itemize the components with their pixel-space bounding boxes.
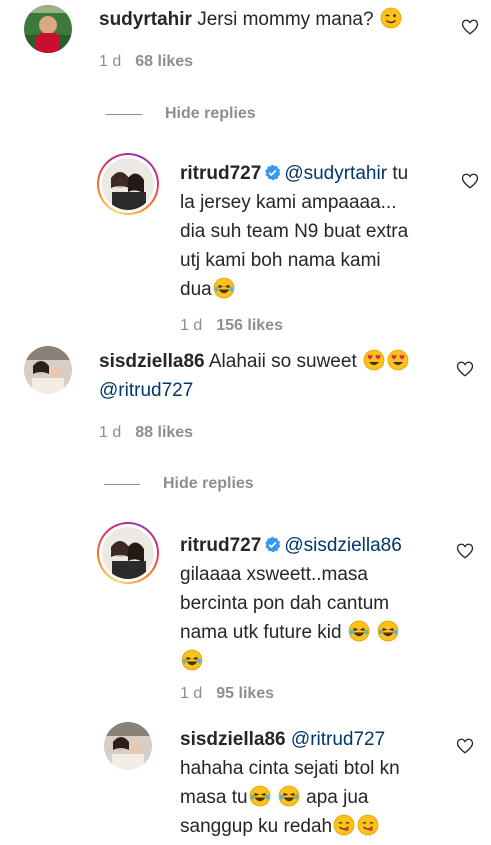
mention-link[interactable]: @sisdziella86 <box>284 535 402 556</box>
likes-count[interactable]: 88 likes <box>135 424 193 441</box>
comment-meta: 1 d 156 likes <box>180 317 283 335</box>
laughing-tears-emoji-icon <box>377 620 399 642</box>
comment-text: nama utk future kid <box>180 622 342 643</box>
avatar <box>102 158 154 210</box>
laughing-tears-emoji-icon <box>348 620 370 642</box>
heart-eyes-emoji-icon <box>363 349 385 371</box>
comment-text: gilaaaa xsweett..masa <box>180 564 368 585</box>
username-link[interactable]: ritrud727 <box>180 163 261 184</box>
avatar[interactable] <box>104 722 152 770</box>
yum-emoji-icon <box>333 814 355 836</box>
mention-link[interactable]: @sudyrtahir <box>284 163 387 184</box>
replies-divider <box>104 484 140 485</box>
comment-text: utj kami boh nama kami <box>180 250 381 271</box>
laughing-tears-emoji-icon <box>213 277 235 299</box>
verified-badge-icon <box>264 161 281 181</box>
avatar[interactable] <box>24 5 72 53</box>
avatar <box>102 527 154 579</box>
like-heart-icon[interactable] <box>456 542 474 560</box>
like-heart-icon[interactable] <box>456 360 474 378</box>
username-link[interactable]: ritrud727 <box>180 535 261 556</box>
username-link[interactable]: sisdziella86 <box>99 351 205 372</box>
comment-meta: 1 d 95 likes <box>180 685 274 703</box>
replies-divider <box>106 114 142 115</box>
story-ring[interactable] <box>97 153 159 215</box>
like-heart-icon[interactable] <box>461 172 479 190</box>
comment-time[interactable]: 1 d <box>180 685 202 702</box>
story-ring[interactable] <box>97 522 159 584</box>
comment-text: tu <box>392 163 409 184</box>
like-heart-icon[interactable] <box>456 737 474 755</box>
likes-count[interactable]: 95 likes <box>216 685 274 702</box>
comment-text: Alahaii so suweet <box>208 351 357 372</box>
comment-text: masa tu <box>180 787 248 808</box>
comment-time[interactable]: 1 d <box>99 424 121 441</box>
hide-replies-button[interactable]: Hide replies <box>163 475 254 493</box>
laughing-tears-emoji-icon <box>278 785 300 807</box>
comment-body: sisdziella86 Alahaii so suweet @ritrud72… <box>99 347 449 405</box>
username-link[interactable]: sudyrtahir <box>99 9 192 30</box>
likes-count[interactable]: 156 likes <box>216 317 283 334</box>
mention-link[interactable]: @ritrud727 <box>291 729 385 750</box>
avatar[interactable] <box>24 346 72 394</box>
reply-body: ritrud727 @sudyrtahir tu la jersey kami a… <box>180 159 450 304</box>
comment-time[interactable]: 1 d <box>180 317 202 334</box>
comment-time[interactable]: 1 d <box>99 53 121 70</box>
username-link[interactable]: sisdziella86 <box>180 729 286 750</box>
comment-text: dia suh team N9 buat extra <box>180 221 409 242</box>
comment-text: bercinta pon dah cantum <box>180 593 390 614</box>
comment-meta: 1 d 68 likes <box>99 53 193 71</box>
reply-body: ritrud727 @sisdziella86 gilaaaa xsweett..… <box>180 531 450 676</box>
laughing-tears-emoji-icon <box>181 649 203 671</box>
yum-emoji-icon <box>357 814 379 836</box>
comment-body: sudyrtahir Jersi mommy mana? <box>99 5 449 34</box>
comment-meta: 1 d 88 likes <box>99 424 193 442</box>
likes-count[interactable]: 68 likes <box>135 53 193 70</box>
wink-emoji-icon <box>380 7 402 29</box>
comment-text: la jersey kami ampaaaa... <box>180 192 397 213</box>
laughing-tears-emoji-icon <box>249 785 271 807</box>
comment-text: hahaha cinta sejati btol kn <box>180 758 400 779</box>
comment-text: Jersi mommy mana? <box>197 9 374 30</box>
comment-text: apa jua <box>306 787 369 808</box>
verified-badge-icon <box>264 533 281 553</box>
comment-text: dua <box>180 279 212 300</box>
hide-replies-button[interactable]: Hide replies <box>165 105 256 123</box>
heart-eyes-emoji-icon <box>387 349 409 371</box>
reply-body: sisdziella86 @ritrud727 hahaha cinta sej… <box>180 725 450 841</box>
mention-link[interactable]: @ritrud727 <box>99 380 193 401</box>
like-heart-icon[interactable] <box>461 18 479 36</box>
comment-text: sanggup ku redah <box>180 816 333 837</box>
